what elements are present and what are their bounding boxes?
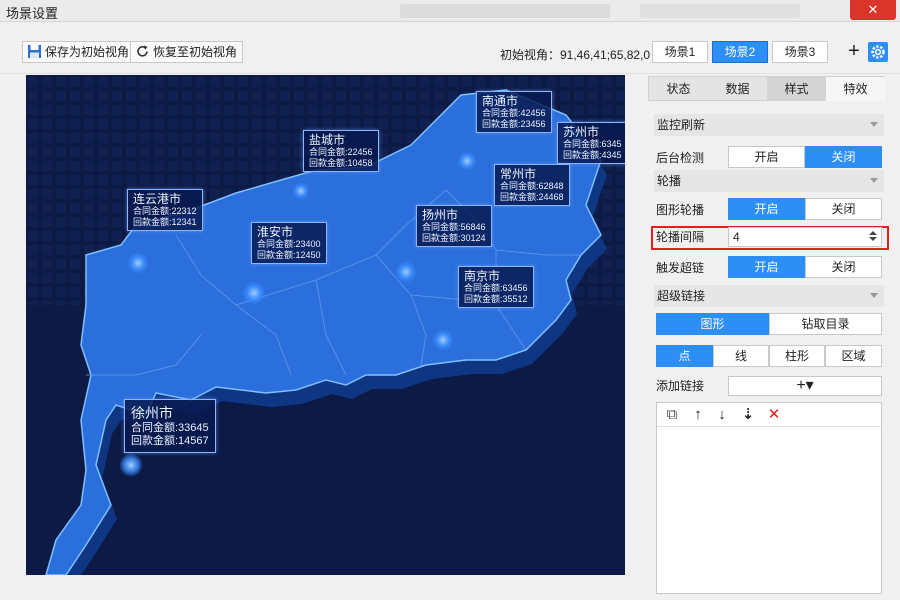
link-list-toolbar: ⧉ ↑ ↓ ⇣ ✕ — [657, 403, 881, 427]
shape-type-column[interactable]: 柱形 — [769, 345, 825, 367]
chevron-down-icon — [870, 122, 878, 127]
move-up-icon[interactable]: ↑ — [689, 406, 707, 424]
save-icon — [28, 45, 41, 58]
city-label-changzhou[interactable]: 常州市 合同金额:62848 回款金额:24468 — [494, 164, 570, 206]
city-label-yancheng[interactable]: 盐城市 合同金额:22456 回款金额:10458 — [303, 130, 379, 172]
copy-icon[interactable]: ⧉ — [663, 406, 681, 424]
city-label-lianyungang[interactable]: 连云港市 合同金额:22312 回款金额:12341 — [127, 189, 203, 231]
trigger-link-on-button[interactable]: 开启 — [728, 256, 805, 278]
trigger-link-label: 触发超链 — [656, 261, 705, 275]
bg-detect-label: 后台检测 — [656, 151, 705, 165]
delete-icon[interactable]: ✕ — [765, 406, 783, 424]
window-title: 场景设置 — [6, 6, 59, 21]
sort-icon[interactable]: ⇣ — [739, 406, 757, 424]
city-label-yangzhou[interactable]: 扬州市 合同金额:56846 回款金额:30124 — [416, 205, 492, 247]
spin-up-icon[interactable] — [869, 231, 877, 235]
carousel-interval-input[interactable]: 4 — [728, 227, 882, 247]
carousel-interval-label: 轮播间隔 — [656, 230, 705, 244]
close-icon: ✕ — [867, 2, 879, 17]
city-label-suzhou[interactable]: 苏州市 合同金额:6345 回款金额:4345 — [557, 122, 625, 164]
blurred-region — [640, 4, 800, 18]
city-label-huaian[interactable]: 淮安市 合同金额:23400 回款金额:12450 — [251, 222, 327, 264]
add-scene-button[interactable]: + — [844, 41, 864, 63]
link-mode-shape[interactable]: 图形 — [656, 313, 769, 335]
link-mode-drill-catalog[interactable]: 钻取目录 — [769, 313, 882, 335]
tab-style[interactable]: 样式 — [767, 77, 826, 101]
tab-status[interactable]: 状态 — [649, 77, 708, 101]
section-carousel[interactable]: 轮播 — [654, 170, 884, 192]
trigger-link-off-button[interactable]: 关闭 — [805, 256, 882, 278]
shape-carousel-off-button[interactable]: 关闭 — [805, 198, 882, 220]
refresh-icon — [137, 45, 148, 57]
shape-type-line[interactable]: 线 — [713, 345, 769, 367]
scene-tab-2[interactable]: 场景2 — [712, 41, 768, 63]
title-bar: 场景设置 ✕ — [0, 0, 900, 22]
shape-carousel-on-button[interactable]: 开启 — [728, 198, 805, 220]
close-button[interactable]: ✕ — [850, 0, 896, 20]
bg-detect-off-button[interactable]: 关闭 — [805, 146, 882, 168]
section-monitor-refresh[interactable]: 监控刷新 — [654, 114, 884, 136]
restore-initial-view-button[interactable]: 恢复至初始视角 — [130, 41, 244, 63]
city-label-nantong[interactable]: 南通市 合同金额:42456 回款金额:23456 — [476, 91, 552, 133]
restore-initial-view-label: 恢复至初始视角 — [153, 45, 238, 59]
chevron-down-icon — [870, 178, 878, 183]
plus-icon: + — [848, 40, 860, 62]
save-initial-view-button[interactable]: 保存为初始视角 — [22, 41, 136, 63]
gear-icon — [871, 45, 885, 59]
scene-tab-3[interactable]: 场景3 — [772, 41, 828, 63]
move-down-icon[interactable]: ↓ — [713, 406, 731, 424]
bg-detect-on-button[interactable]: 开启 — [728, 146, 805, 168]
initial-view-readout: 初始视角：91,46,41;65,82,0 — [500, 48, 651, 62]
settings-button[interactable] — [868, 42, 888, 62]
save-initial-view-label: 保存为初始视角 — [45, 45, 130, 59]
city-label-xuzhou[interactable]: 徐州市 合同金额:33645 回款金额:14567 — [124, 399, 216, 453]
section-hyperlink[interactable]: 超级链接 — [654, 285, 884, 307]
tab-data[interactable]: 数据 — [708, 77, 767, 101]
shape-type-area[interactable]: 区域 — [825, 345, 882, 367]
properties-panel: 状态 数据 样式 特效 监控刷新 后台检测 开启 关闭 轮播 图形轮播 开启 关… — [648, 76, 889, 596]
chevron-down-icon — [870, 293, 878, 298]
add-link-label: 添加链接 — [656, 379, 705, 393]
shape-carousel-label: 图形轮播 — [656, 203, 705, 217]
carousel-interval-value: 4 — [733, 230, 740, 244]
scene-tab-1[interactable]: 场景1 — [652, 41, 708, 63]
city-label-nanjing[interactable]: 南京市 合同金额:63456 回款金额:35512 — [458, 266, 534, 308]
spin-down-icon[interactable] — [869, 237, 877, 241]
number-spinner[interactable] — [867, 229, 879, 245]
plus-dropdown-icon: +▾ — [796, 377, 814, 394]
shape-type-point[interactable]: 点 — [656, 345, 713, 367]
panel-tabs: 状态 数据 样式 特效 — [648, 76, 885, 101]
link-list[interactable]: ⧉ ↑ ↓ ⇣ ✕ — [656, 402, 882, 594]
toolbar: 保存为初始视角 恢复至初始视角 初始视角：91,46,41;65,82,0 场景… — [0, 22, 900, 74]
add-link-dropdown[interactable]: +▾ — [728, 376, 882, 396]
map-view[interactable]: 南通市 合同金额:42456 回款金额:23456 盐城市 合同金额:22456… — [26, 75, 625, 575]
blurred-region — [400, 4, 610, 18]
tab-effects[interactable]: 特效 — [826, 77, 885, 101]
